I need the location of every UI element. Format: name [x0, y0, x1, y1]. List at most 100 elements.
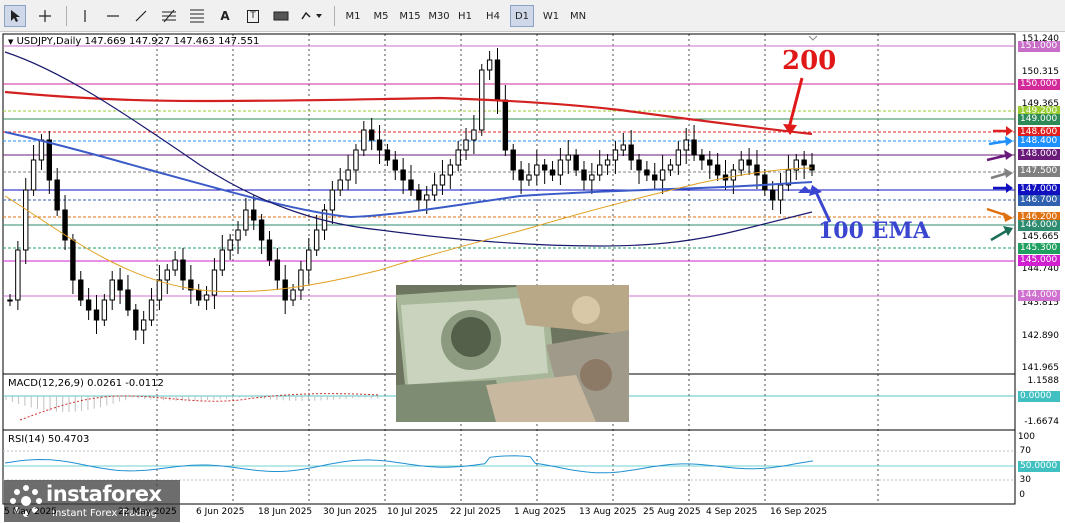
watermark-brand: instaforex [46, 482, 162, 506]
shapes-menu-icon[interactable] [300, 5, 324, 27]
rsi-label: RSI(14) 50.4703 [8, 434, 90, 445]
candle-body [70, 239, 76, 281]
candle-body [581, 169, 587, 181]
date-tick: 22 May 2025 [118, 507, 177, 517]
text-icon[interactable]: A [214, 5, 236, 27]
candle-body [361, 129, 367, 151]
candle-body [93, 309, 100, 321]
candle-body [707, 159, 713, 166]
candle-body [714, 164, 721, 176]
price-tag-146: 146.000 [1018, 220, 1060, 231]
timeframe-m5[interactable]: M5 [369, 5, 393, 27]
y-axis-label: 145.665 [1021, 232, 1059, 242]
trendline-icon[interactable] [130, 5, 152, 27]
vertical-line-icon[interactable] [74, 5, 96, 27]
candle-body [15, 249, 21, 301]
timeframe-h1[interactable]: H1 [454, 5, 476, 27]
candle-body [667, 164, 674, 171]
candle-body [368, 129, 375, 141]
macd-axis-label: 1.1588 [1027, 376, 1060, 386]
candle-body [282, 279, 288, 301]
chart-menu-arrow-icon[interactable]: ▼ [8, 38, 13, 46]
y-axis-label: 142.890 [1021, 331, 1059, 341]
candle-body [439, 174, 446, 186]
date-tick: 6 Jun 2025 [196, 507, 245, 517]
candle-body [573, 154, 579, 171]
price-tag-151: 151.000 [1018, 41, 1060, 52]
right-arrows [986, 126, 1013, 242]
candle-body [290, 289, 296, 301]
candle-body [353, 149, 359, 171]
rectangle-icon[interactable] [270, 5, 292, 27]
timeframe-w1[interactable]: W1 [539, 5, 563, 27]
annotation-200: 200 [782, 46, 837, 76]
candle-body [85, 299, 92, 311]
candle-body [659, 169, 666, 181]
candle-body [557, 159, 564, 176]
candle-body [416, 189, 422, 201]
candle-body [148, 299, 155, 321]
text-label-icon[interactable]: T [242, 5, 264, 27]
toolbar: A T M1 M5 M15 M30 H1 H4 D1 W1 MN [0, 0, 1065, 32]
date-tick: 18 Jun 2025 [258, 507, 313, 517]
chart-window[interactable]: ▼ USDJPY,Daily 147.669 147.927 147.463 1… [0, 32, 1065, 523]
macd-zero-tag: 0.0000 [1018, 391, 1060, 402]
rsi-axis-label: 70 [1019, 446, 1031, 456]
candle-body [620, 144, 626, 151]
toolbar-separator [66, 6, 67, 26]
currency-banknotes-image [396, 285, 629, 422]
candle-body [219, 249, 225, 271]
candle-body [156, 279, 163, 301]
horizontal-line-icon[interactable] [102, 5, 124, 27]
toolbar-separator [334, 6, 335, 26]
channel-icon[interactable] [186, 5, 208, 27]
candle-body [769, 189, 776, 201]
candle-body [78, 279, 84, 301]
candle-body [652, 174, 658, 181]
candle-body [691, 139, 697, 156]
fibonacci-icon[interactable] [158, 5, 180, 27]
candle-body [762, 174, 768, 191]
candle-body [38, 139, 45, 161]
candle-body [274, 259, 281, 281]
timeframe-h4[interactable]: H4 [481, 5, 505, 27]
timeframe-mn[interactable]: MN [565, 5, 591, 27]
candle-body [589, 174, 595, 181]
crosshair-icon[interactable] [34, 5, 56, 27]
candle-body [518, 169, 524, 181]
timeframe-m30[interactable]: M30 [425, 5, 453, 27]
candle-body [203, 294, 210, 301]
candle-body [628, 144, 634, 161]
candle-body [313, 229, 320, 251]
candle-body [392, 159, 398, 171]
candle-body [510, 149, 516, 171]
price-tag-145-3: 145.300 [1018, 243, 1060, 254]
date-tick: 1 Aug 2025 [514, 507, 566, 517]
candle-body [549, 169, 556, 176]
candle-body [526, 174, 532, 181]
candle-body [408, 179, 414, 191]
candle-body [101, 299, 108, 321]
candle-body [644, 169, 650, 176]
timeframe-m15[interactable]: M15 [396, 5, 424, 27]
ema100-line [4, 131, 813, 219]
timeframe-d1[interactable]: D1 [510, 5, 534, 27]
rsi-50-tag: 50.0000 [1018, 461, 1060, 472]
candle-body [109, 279, 115, 301]
arrow-200 [787, 77, 804, 129]
candle-body [54, 179, 60, 211]
text-label-glyph: T [247, 9, 259, 23]
cursor-icon[interactable] [4, 5, 26, 27]
rsi-line [4, 455, 814, 474]
candle-body [258, 219, 265, 241]
candle-body [196, 289, 202, 301]
candle-body [597, 164, 603, 176]
candle-body [777, 184, 784, 201]
candle-body [337, 179, 343, 191]
candle-body [251, 209, 257, 221]
timeframe-m1[interactable]: M1 [341, 5, 365, 27]
candle-body [746, 159, 752, 166]
candle-body [699, 154, 705, 161]
date-tick: 4 Sep 2025 [706, 507, 758, 517]
price-tag-144: 144.000 [1018, 290, 1060, 301]
